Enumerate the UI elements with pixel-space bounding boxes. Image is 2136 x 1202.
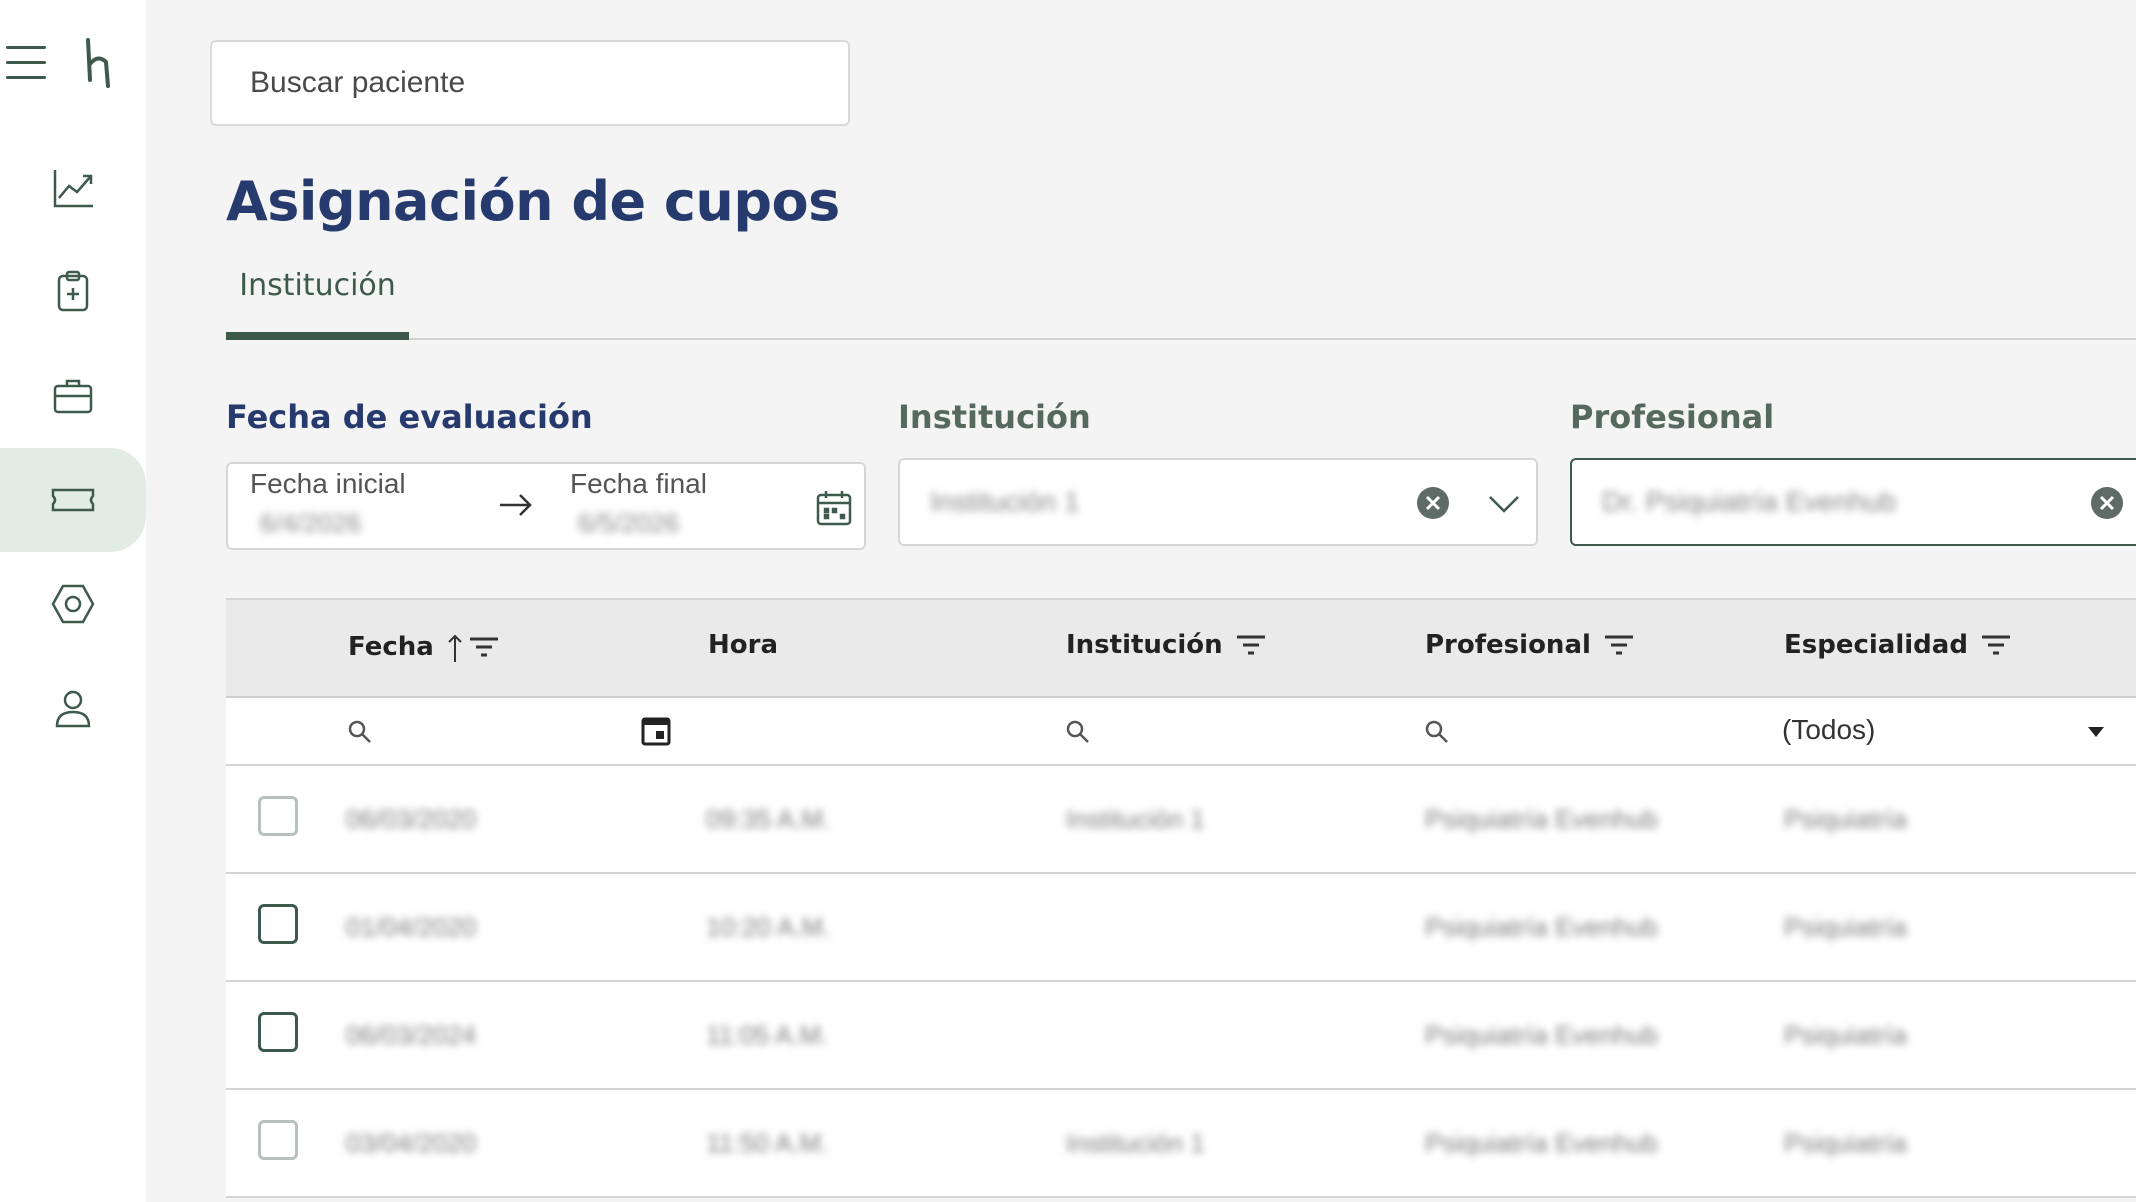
cell-profesional: Psiquiatría Evenhub [1425, 912, 1658, 942]
institucion-label: Institución [898, 398, 1091, 436]
column-header-hora[interactable]: Hora [708, 630, 778, 660]
fecha-inicial-value[interactable]: 6/4/2026 [260, 508, 361, 539]
column-header-especialidad[interactable]: Especialidad [1784, 630, 2012, 660]
fecha-inicial-label: Fecha inicial [250, 468, 406, 499]
fecha-final-value[interactable]: 6/5/2026 [578, 508, 679, 539]
tabs-divider [226, 338, 2136, 340]
tab-institucion[interactable]: Institución [226, 262, 409, 342]
cell-fecha: 03/04/2020 [346, 1128, 477, 1158]
table-row[interactable]: 01/04/2020 10:20 A.M. Psiquiatría Evenhu… [226, 874, 2136, 982]
table-row[interactable]: 03/04/2020 11:50 A.M. Institución 1 Psiq… [226, 1090, 2136, 1198]
nav-item-settings[interactable] [0, 552, 146, 656]
calendar-icon[interactable] [640, 714, 672, 746]
user-icon [55, 690, 91, 728]
sidebar [0, 0, 146, 1202]
column-header-profesional[interactable]: Profesional [1425, 630, 1635, 660]
fecha-final-label: Fecha final [570, 468, 707, 499]
clear-icon[interactable] [2090, 486, 2124, 520]
column-header-fecha[interactable]: Fecha [348, 630, 500, 664]
row-checkbox[interactable] [258, 1012, 298, 1052]
cell-profesional: Psiquiatría Evenhub [1425, 804, 1658, 834]
cell-especialidad: Psiquiatría [1784, 804, 1907, 834]
cell-especialidad: Psiquiatría [1784, 1020, 1907, 1050]
cell-especialidad: Psiquiatría [1784, 912, 1907, 942]
tab-active-indicator [226, 332, 409, 340]
clear-icon[interactable] [1416, 486, 1450, 520]
table-row[interactable]: 06/03/2024 11:05 A.M. Psiquiatría Evenhu… [226, 982, 2136, 1090]
logo-icon [86, 38, 110, 88]
date-range-picker[interactable]: Fecha inicial 6/4/2026 Fecha final 6/5/2… [226, 462, 866, 550]
profesional-label: Profesional [1570, 398, 1775, 436]
nav-item-cupos[interactable] [0, 448, 146, 552]
page-title: Asignación de cupos [226, 170, 840, 233]
patient-search[interactable] [210, 40, 850, 126]
row-checkbox[interactable] [258, 1120, 298, 1160]
cell-institucion: Institución 1 [1066, 804, 1205, 834]
cell-fecha: 01/04/2020 [346, 912, 477, 942]
search-icon[interactable] [1064, 718, 1092, 746]
table-row[interactable]: 06/03/2020 09:35 A.M. Institución 1 Psiq… [226, 766, 2136, 874]
sort-ascending-icon[interactable] [446, 630, 464, 664]
institucion-select[interactable]: Institución 1 [898, 458, 1538, 546]
cell-fecha: 06/03/2024 [346, 1020, 477, 1050]
fecha-evaluacion-label: Fecha de evaluación [226, 398, 593, 436]
column-label: Hora [708, 630, 778, 660]
column-header-institucion[interactable]: Institución [1066, 630, 1267, 660]
cell-especialidad: Psiquiatría [1784, 1128, 1907, 1158]
grid-filter-row: (Todos) [226, 698, 2136, 766]
especialidad-filter-select[interactable]: (Todos) [1782, 714, 1875, 746]
cell-hora: 11:05 A.M. [706, 1020, 829, 1050]
search-icon[interactable] [1423, 718, 1451, 746]
column-label: Profesional [1425, 630, 1591, 660]
ticket-icon [51, 488, 95, 512]
cell-institucion: Institución 1 [1066, 1128, 1205, 1158]
calendar-icon[interactable] [814, 488, 854, 528]
column-label: Institución [1066, 630, 1223, 660]
cell-hora: 11:50 A.M. [706, 1128, 829, 1158]
clipboard-plus-icon [57, 270, 89, 312]
filter-icon[interactable] [1980, 634, 2012, 656]
nav-item-clinical[interactable] [0, 240, 146, 344]
search-icon[interactable] [346, 718, 374, 746]
profesional-select[interactable]: Dr. Psiquiatría Evenhub [1570, 458, 2136, 546]
nav-item-dashboard[interactable] [0, 136, 146, 240]
cell-profesional: Psiquiatría Evenhub [1425, 1020, 1658, 1050]
briefcase-icon [53, 379, 93, 414]
institucion-value: Institución 1 [930, 486, 1080, 517]
cell-hora: 09:35 A.M. [706, 804, 831, 834]
search-input[interactable] [248, 65, 812, 101]
row-checkbox[interactable] [258, 796, 298, 836]
cell-hora: 10:20 A.M. [706, 912, 831, 942]
profesional-value: Dr. Psiquiatría Evenhub [1602, 486, 1897, 517]
cell-profesional: Psiquiatría Evenhub [1425, 1128, 1658, 1158]
filter-icon[interactable] [468, 636, 500, 658]
nav-item-briefcase[interactable] [0, 344, 146, 448]
menu-icon[interactable] [6, 46, 46, 82]
settings-hexagon-icon [51, 584, 95, 624]
grid-header: Fecha Hora Institución Profesional Espec… [226, 598, 2136, 698]
filter-icon[interactable] [1603, 634, 1635, 656]
column-label: Fecha [348, 632, 434, 662]
nav-item-user[interactable] [0, 656, 146, 760]
arrow-right-icon [500, 494, 532, 516]
column-label: Especialidad [1784, 630, 1968, 660]
cell-fecha: 06/03/2020 [346, 804, 477, 834]
chevron-down-icon[interactable] [1488, 490, 1520, 516]
appointments-grid: Fecha Hora Institución Profesional Espec… [226, 598, 2136, 1198]
chart-line-icon [53, 170, 93, 208]
filter-icon[interactable] [1235, 634, 1267, 656]
caret-down-icon[interactable] [2086, 726, 2106, 738]
row-checkbox[interactable] [258, 904, 298, 944]
